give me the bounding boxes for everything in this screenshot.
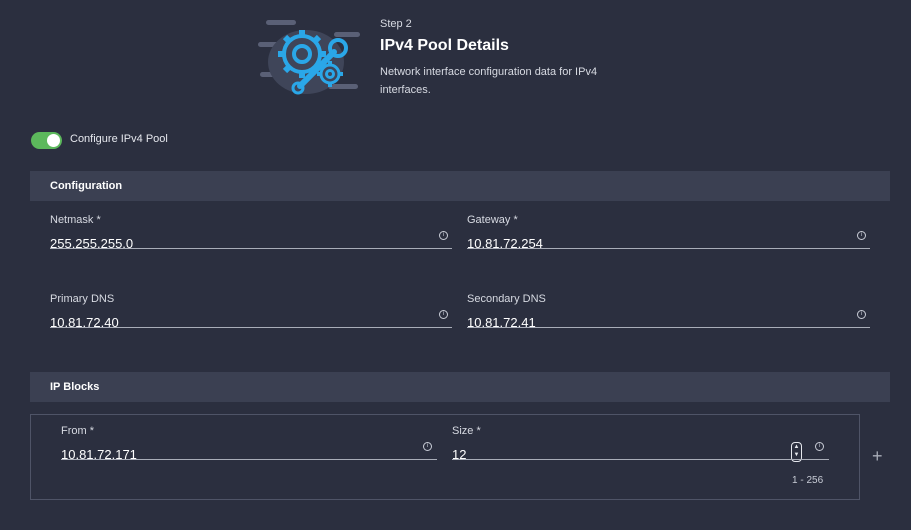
- primary-dns-underline: [50, 327, 452, 328]
- info-icon[interactable]: i: [815, 442, 824, 451]
- page-description: Network interface configuration data for…: [380, 66, 598, 96]
- gateway-underline: [467, 248, 870, 249]
- from-field: From * i: [61, 425, 437, 467]
- info-icon[interactable]: i: [439, 231, 448, 240]
- configure-ipv4-pool-toggle[interactable]: [31, 132, 62, 149]
- secondary-dns-label: Secondary DNS: [467, 293, 546, 305]
- netmask-field: Netmask * i: [50, 214, 452, 256]
- toggle-knob: [47, 134, 60, 147]
- gear-wrench-icon: [258, 20, 360, 95]
- page-title: IPv4 Pool Details: [380, 37, 509, 54]
- info-icon[interactable]: i: [439, 310, 448, 319]
- info-icon[interactable]: i: [857, 231, 866, 240]
- secondary-dns-field: Secondary DNS i: [467, 293, 870, 335]
- netmask-label: Netmask *: [50, 214, 101, 226]
- configure-ipv4-pool-label: Configure IPv4 Pool: [70, 133, 168, 145]
- primary-dns-label: Primary DNS: [50, 293, 115, 305]
- from-label: From *: [61, 425, 94, 437]
- ip-blocks-section-header: IP Blocks: [30, 372, 890, 402]
- size-field: Size * ▲▼ i: [452, 425, 829, 467]
- ip-blocks-section-title: IP Blocks: [50, 381, 100, 393]
- configuration-section-title: Configuration: [50, 180, 123, 192]
- from-underline: [61, 459, 437, 460]
- info-icon[interactable]: i: [423, 442, 432, 451]
- gateway-label: Gateway *: [467, 214, 518, 226]
- step-label: Step 2: [380, 18, 412, 30]
- primary-dns-field: Primary DNS i: [50, 293, 452, 335]
- configuration-section-header: Configuration: [30, 171, 890, 201]
- gateway-field: Gateway * i: [467, 214, 870, 256]
- size-underline: [452, 459, 829, 460]
- plus-icon[interactable]: +: [872, 446, 883, 466]
- size-range-hint: 1 - 256: [792, 475, 824, 486]
- info-icon[interactable]: i: [857, 310, 866, 319]
- size-label: Size *: [452, 425, 481, 437]
- netmask-underline: [50, 248, 452, 249]
- secondary-dns-underline: [467, 327, 870, 328]
